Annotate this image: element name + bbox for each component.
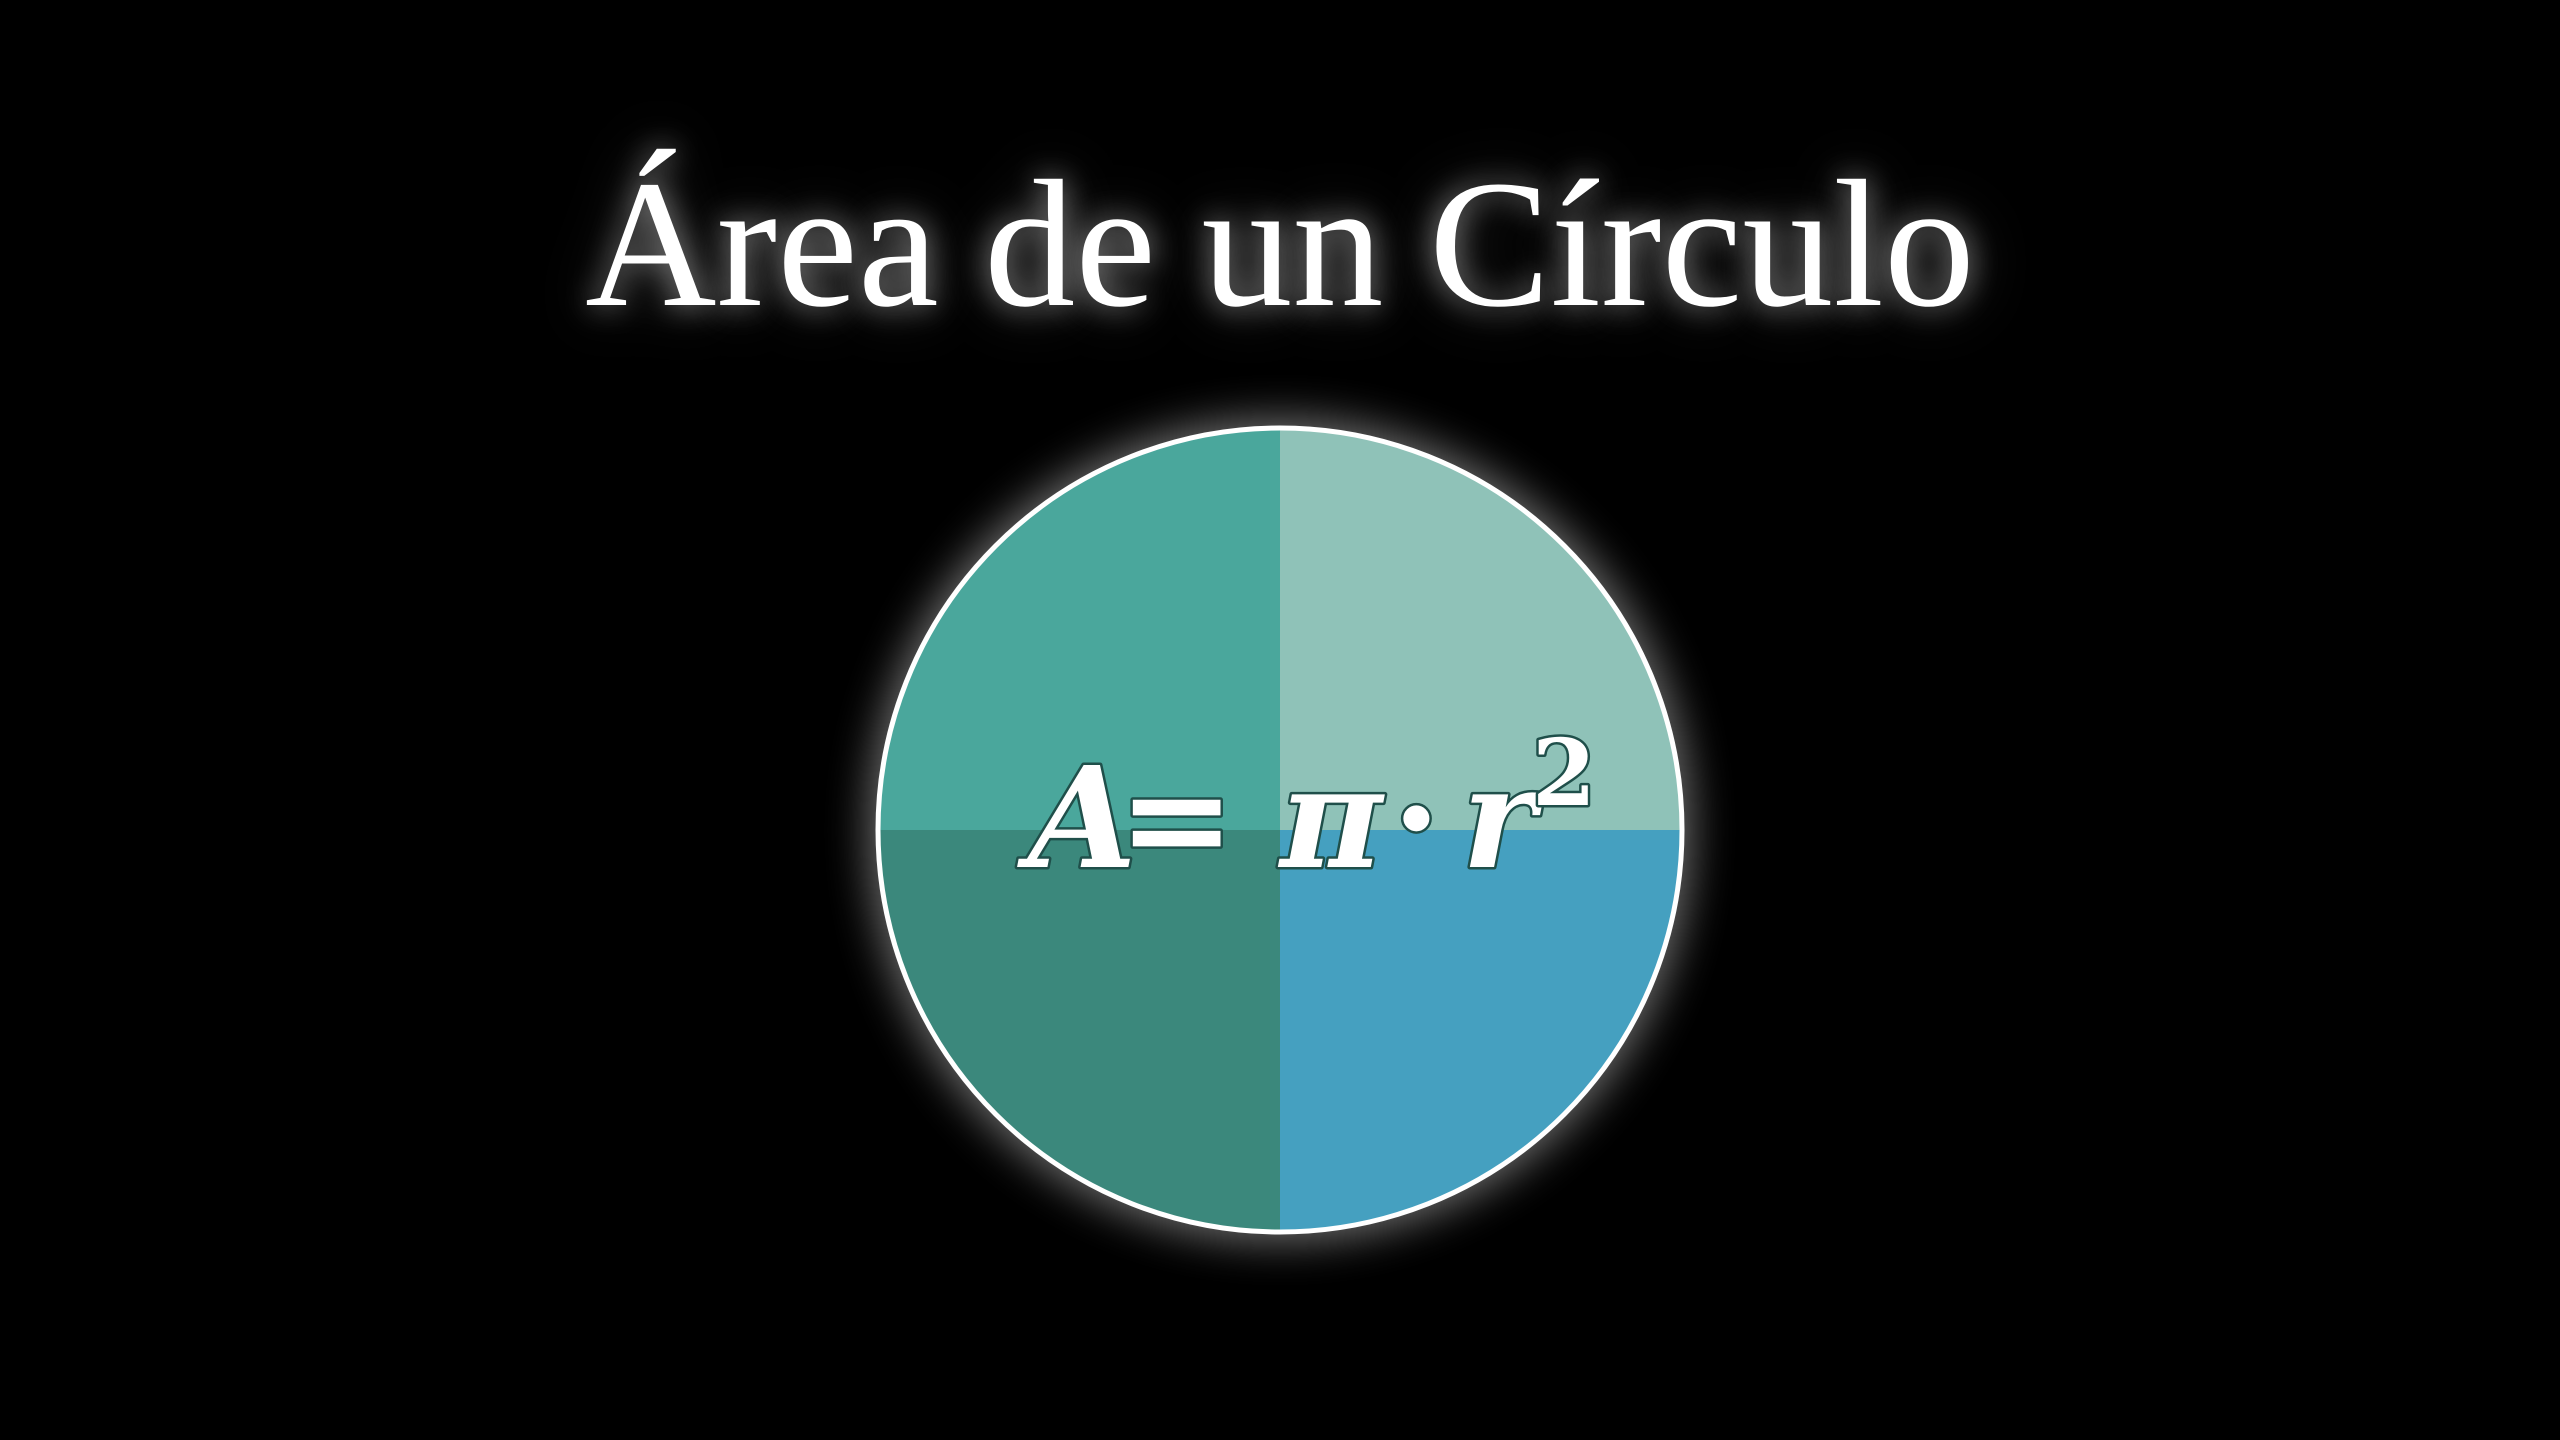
canvas: Área de un Círculo A = π · r 2	[0, 0, 2560, 1440]
formula-dot: ·	[1392, 737, 1441, 901]
circle-diagram: A = π · r 2	[870, 420, 1690, 1240]
area-formula: A = π · r 2	[1015, 717, 1599, 904]
formula-equals: =	[1118, 737, 1235, 901]
formula-pi: π	[1277, 737, 1385, 901]
formula-exponent: 2	[1532, 719, 1596, 827]
